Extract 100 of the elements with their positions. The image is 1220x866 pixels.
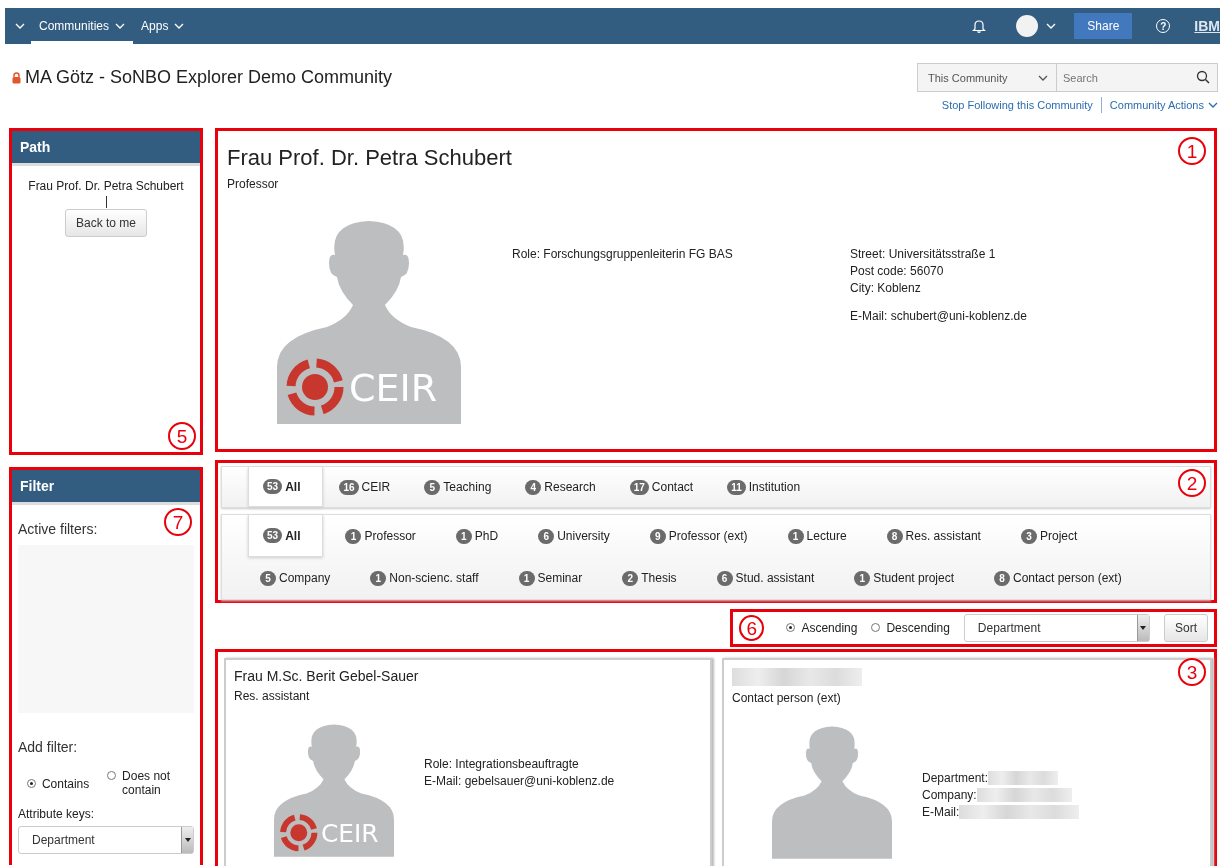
path-link[interactable]: Frau Prof. Dr. Petra Schubert bbox=[28, 179, 184, 193]
person-name: Frau Prof. Dr. Petra Schubert bbox=[227, 145, 512, 171]
detail-text: Role: Integrationsbeauftragte bbox=[424, 757, 579, 771]
category-tab[interactable]: 9 Professor (ext) bbox=[637, 515, 766, 557]
category-tab[interactable]: 6 University bbox=[526, 515, 628, 557]
count-badge: 1 bbox=[518, 570, 535, 586]
count-badge: 8 bbox=[886, 528, 903, 544]
chevron-down-icon bbox=[174, 23, 185, 29]
radio-button[interactable] bbox=[107, 771, 117, 780]
count-badge: 53 bbox=[263, 479, 283, 494]
count-badge: 9 bbox=[649, 528, 666, 544]
detail-text: E-Mail: schubert@uni-koblenz.de bbox=[850, 309, 1028, 323]
share-button[interactable]: Share bbox=[1074, 13, 1133, 39]
category-tab[interactable]: 5 Company bbox=[248, 557, 349, 599]
person-type: Professor bbox=[227, 177, 279, 191]
radio-option[interactable]: Contains bbox=[26, 777, 90, 797]
search-icon[interactable] bbox=[1196, 70, 1210, 84]
link[interactable]: Community Actions bbox=[1109, 99, 1218, 111]
category-tab[interactable]: 2 Thesis bbox=[610, 557, 695, 599]
radio-button[interactable] bbox=[871, 623, 881, 632]
category-tab[interactable]: 3 Project bbox=[1008, 515, 1096, 557]
category-tab[interactable]: 1 Lecture bbox=[775, 515, 865, 557]
category-tab[interactable]: 1 Non-scienc. staff bbox=[358, 557, 497, 599]
nav-tab[interactable]: Communities bbox=[31, 8, 134, 44]
category-tab[interactable]: 1 Student project bbox=[842, 557, 972, 599]
annotation-number: 7 bbox=[164, 508, 192, 536]
add-filter-label: Add filter: bbox=[18, 739, 78, 755]
search-field[interactable]: Search bbox=[1057, 63, 1218, 92]
category-tab[interactable]: 8 Contact person (ext) bbox=[982, 557, 1140, 599]
count-badge: 17 bbox=[629, 479, 649, 495]
dropdown[interactable]: Department bbox=[18, 826, 194, 854]
count-badge: 1 bbox=[455, 528, 472, 544]
chevron-down-icon bbox=[115, 23, 126, 29]
back-button[interactable]: Back to me bbox=[65, 209, 147, 237]
count-badge: 53 bbox=[263, 528, 283, 543]
person-type: Contact person (ext) bbox=[732, 691, 841, 705]
person-type: Res. assistant bbox=[234, 689, 310, 703]
menu-chevron-icon bbox=[15, 23, 25, 29]
category-tab[interactable]: 5 Teaching bbox=[412, 467, 510, 507]
category-tab[interactable]: 17 Contact bbox=[617, 467, 712, 507]
logo-text: CEIR bbox=[349, 366, 438, 410]
logo-text: CEIR bbox=[320, 818, 379, 848]
count-badge: 4 bbox=[525, 479, 542, 495]
category-tab[interactable]: 6 Stud. assistant bbox=[704, 557, 833, 599]
category-tab[interactable]: 53 All bbox=[248, 515, 324, 557]
detail-text: E-Mail: bbox=[922, 805, 960, 819]
category-tab[interactable]: 8 Res. assistant bbox=[874, 515, 999, 557]
chevron-down-icon bbox=[1038, 74, 1048, 81]
panel-header: Path bbox=[12, 131, 200, 166]
person-name: Frau M.Sc. Berit Gebel-Sauer bbox=[234, 668, 419, 684]
count-badge: 16 bbox=[339, 479, 359, 495]
annotation-number: 6 bbox=[739, 615, 765, 641]
category-tab[interactable]: 1 PhD bbox=[443, 515, 517, 557]
annotation-number: 1 bbox=[1178, 137, 1206, 165]
count-badge: 5 bbox=[424, 479, 441, 495]
count-badge: 6 bbox=[538, 528, 555, 544]
count-badge: 3 bbox=[1020, 528, 1037, 544]
count-badge: 1 bbox=[854, 570, 871, 586]
radio-button[interactable] bbox=[26, 779, 36, 788]
nav-tab[interactable]: Apps bbox=[133, 8, 193, 44]
community-title: MA Götz - SoNBO Explorer Demo Community bbox=[25, 67, 393, 88]
category-tab[interactable]: 53 All bbox=[248, 467, 324, 507]
active-filters-label: Active filters: bbox=[18, 521, 98, 537]
logo: IBM bbox=[1194, 18, 1220, 34]
category-tab[interactable]: 11 Institution bbox=[715, 467, 819, 507]
count-badge: 2 bbox=[622, 570, 639, 586]
dropdown[interactable]: Department bbox=[963, 614, 1150, 642]
category-tab[interactable]: 1 Professor bbox=[333, 515, 434, 557]
detail-text: City: Koblenz bbox=[850, 281, 922, 295]
logo-icon bbox=[286, 358, 344, 416]
bell-icon[interactable] bbox=[972, 19, 987, 33]
detail-text: Street: Universitätsstraße 1 bbox=[850, 247, 997, 261]
radio-option[interactable]: Does not contain bbox=[107, 769, 186, 797]
scope-dropdown[interactable]: This Community bbox=[917, 63, 1057, 92]
annotation-number: 5 bbox=[168, 422, 196, 450]
count-badge: 5 bbox=[260, 570, 276, 586]
category-tab[interactable]: 4 Research bbox=[513, 467, 614, 507]
logo-icon bbox=[280, 814, 318, 852]
radio-button[interactable] bbox=[786, 623, 796, 632]
caret-icon[interactable] bbox=[184, 838, 191, 842]
count-badge: 1 bbox=[787, 528, 804, 544]
avatar[interactable] bbox=[1016, 15, 1039, 37]
detail-text: Department: bbox=[922, 771, 989, 785]
category-tab[interactable]: 1 Seminar bbox=[506, 557, 601, 599]
count-badge: 1 bbox=[345, 528, 362, 544]
caret-icon[interactable] bbox=[1140, 626, 1147, 630]
chevron-down-icon bbox=[1208, 102, 1218, 108]
sort-button[interactable]: Sort bbox=[1164, 614, 1208, 642]
radio-option[interactable]: Ascending bbox=[786, 621, 858, 635]
category-tab[interactable]: 16 CEIR bbox=[327, 467, 409, 507]
count-badge: 6 bbox=[716, 570, 733, 586]
detail-text: Role: Forschungsgruppenleiterin FG BAS bbox=[512, 247, 734, 261]
count-badge: 11 bbox=[727, 479, 746, 495]
radio-option[interactable]: Descending bbox=[871, 621, 950, 635]
count-badge: 8 bbox=[994, 570, 1010, 586]
chevron-down-icon bbox=[1046, 23, 1057, 29]
detail-text: Company: bbox=[922, 788, 977, 802]
link[interactable]: Stop Following this Community bbox=[941, 99, 1093, 111]
attribute-keys-label: Attribute keys: bbox=[18, 807, 96, 821]
detail-text: Post code: 56070 bbox=[850, 264, 945, 278]
